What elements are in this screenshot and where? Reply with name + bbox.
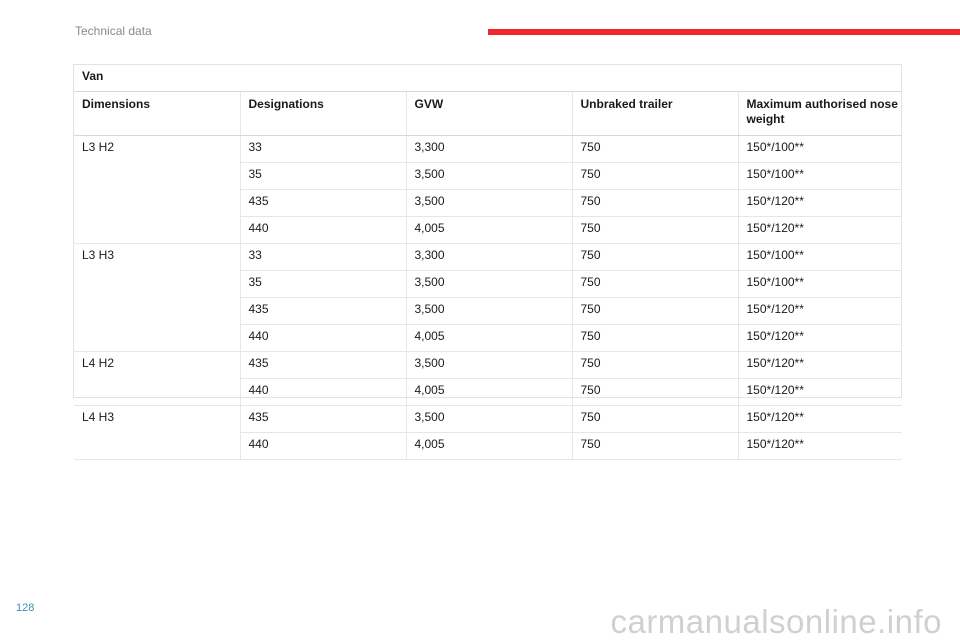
- unbraked-trailer-cell: 750: [572, 378, 739, 406]
- designation-cell: 440: [240, 378, 407, 406]
- nose-weight-cell: 150*/120**: [738, 351, 903, 379]
- unbraked-trailer-cell: 750: [572, 135, 739, 163]
- gvw-cell: 3,300: [406, 135, 573, 163]
- section-accent-bar: [488, 29, 960, 35]
- nose-weight-cell: 150*/120**: [738, 297, 903, 325]
- unbraked-trailer-cell: 750: [572, 270, 739, 298]
- unbraked-trailer-cell: 750: [572, 243, 739, 271]
- nose-weight-cell: 150*/100**: [738, 270, 903, 298]
- designation-cell: 440: [240, 432, 407, 460]
- table-row: L4 H3 435 3,500 750 150*/120**: [74, 405, 903, 460]
- designation-cell: 435: [240, 189, 407, 217]
- column-header-designations: Designations: [240, 91, 407, 136]
- unbraked-trailer-cell: 750: [572, 324, 739, 352]
- nose-weight-cell: 150*/100**: [738, 135, 903, 163]
- unbraked-trailer-cell: 750: [572, 405, 739, 433]
- nose-weight-cell: 150*/120**: [738, 378, 903, 406]
- unbraked-trailer-cell: 750: [572, 351, 739, 379]
- column-header-unbraked-trailer: Unbraked trailer: [572, 91, 739, 136]
- table-row: L4 H2 435 3,500 750 150*/120**: [74, 351, 903, 406]
- nose-weight-cell: 150*/120**: [738, 324, 903, 352]
- gvw-cell: 3,500: [406, 351, 573, 379]
- designation-cell: 435: [240, 351, 407, 379]
- unbraked-trailer-cell: 750: [572, 162, 739, 190]
- designation-cell: 440: [240, 324, 407, 352]
- table-title: Van: [74, 65, 903, 92]
- column-header-nose-weight: Maximum authorised nose weight: [738, 91, 903, 136]
- gvw-cell: 3,500: [406, 189, 573, 217]
- dimension-cell: L4 H3: [74, 405, 241, 460]
- unbraked-trailer-cell: 750: [572, 216, 739, 244]
- dimension-cell: L4 H2: [74, 351, 241, 406]
- nose-weight-cell: 150*/120**: [738, 432, 903, 460]
- table-title-row: Van: [74, 65, 903, 92]
- gvw-cell: 3,500: [406, 162, 573, 190]
- nose-weight-cell: 150*/120**: [738, 189, 903, 217]
- section-title: Technical data: [75, 24, 152, 38]
- designation-cell: 33: [240, 243, 407, 271]
- page-number: 128: [16, 602, 35, 614]
- table-row: L3 H3 33 3,300 750 150*/100**: [74, 243, 903, 352]
- dimension-cell: L3 H2: [74, 135, 241, 244]
- nose-weight-cell: 150*/120**: [738, 405, 903, 433]
- van-specs-table: Van Dimensions Designations GVW Unbraked…: [74, 65, 903, 460]
- designation-cell: 35: [240, 162, 407, 190]
- gvw-cell: 3,500: [406, 405, 573, 433]
- gvw-cell: 3,300: [406, 243, 573, 271]
- nose-weight-cell: 150*/120**: [738, 216, 903, 244]
- table-row: L3 H2 33 3,300 750 150*/100**: [74, 135, 903, 244]
- designation-cell: 435: [240, 297, 407, 325]
- gvw-cell: 4,005: [406, 324, 573, 352]
- designation-cell: 435: [240, 405, 407, 433]
- gvw-cell: 4,005: [406, 216, 573, 244]
- unbraked-trailer-cell: 750: [572, 189, 739, 217]
- designation-cell: 440: [240, 216, 407, 244]
- unbraked-trailer-cell: 750: [572, 297, 739, 325]
- gvw-cell: 4,005: [406, 432, 573, 460]
- table-header-row: Dimensions Designations GVW Unbraked tra…: [74, 91, 903, 136]
- column-header-dimensions: Dimensions: [74, 91, 241, 136]
- watermark-logo: carmanualsonline.info: [610, 603, 942, 640]
- designation-cell: 35: [240, 270, 407, 298]
- gvw-cell: 3,500: [406, 297, 573, 325]
- gvw-cell: 4,005: [406, 378, 573, 406]
- gvw-cell: 3,500: [406, 270, 573, 298]
- column-header-gvw: GVW: [406, 91, 573, 136]
- designation-cell: 33: [240, 135, 407, 163]
- unbraked-trailer-cell: 750: [572, 432, 739, 460]
- dimension-cell: L3 H3: [74, 243, 241, 352]
- nose-weight-cell: 150*/100**: [738, 162, 903, 190]
- nose-weight-cell: 150*/100**: [738, 243, 903, 271]
